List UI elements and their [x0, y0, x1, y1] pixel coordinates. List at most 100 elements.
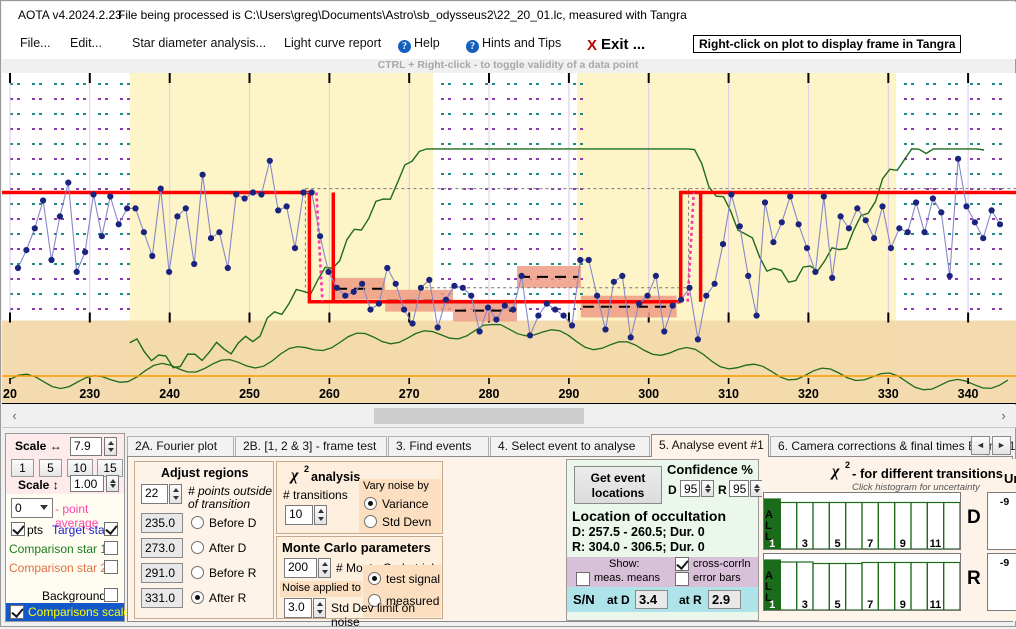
std-dev-limit-spinner[interactable] — [313, 598, 326, 618]
confidence-d-input[interactable]: 95 — [680, 480, 700, 497]
radio-after-r[interactable] — [191, 591, 204, 604]
checkbox-target-star[interactable] — [104, 522, 118, 536]
menu-help[interactable]: ? Help — [398, 36, 440, 53]
all-label-d: ALL — [765, 509, 773, 543]
transitions-label: # transitions — [283, 488, 348, 502]
radio-before-r[interactable] — [191, 566, 204, 579]
spinner-down-icon — [754, 489, 760, 493]
tab-frame-test[interactable]: 2B. [1, 2 & 3] - frame test — [235, 436, 387, 456]
plot-horizontal-scrollbar[interactable]: ‹ › — [2, 405, 1016, 428]
radio-test-signal[interactable] — [368, 572, 381, 585]
confidence-r-label: R — [718, 483, 727, 497]
checkbox-comparison-star-2[interactable] — [104, 560, 118, 574]
comparison-star-1-label: Comparison star 1 — [9, 542, 108, 556]
analyse-event-page: Adjust regions 22 # points outside of tr… — [127, 456, 1016, 629]
get-event-line1: Get event — [590, 471, 646, 485]
get-event-locations-button[interactable]: Get event locations — [574, 466, 662, 504]
monte-carlo-trials-input[interactable]: 200 — [284, 558, 317, 578]
processed-file-path: File being processed is C:\Users\greg\Do… — [118, 8, 687, 22]
occultation-title: Location of occultation — [572, 508, 726, 524]
menu-edit[interactable]: Edit... — [70, 36, 102, 50]
region-before-d-value[interactable]: 235.0 — [141, 513, 183, 533]
uncertainty-r-svg[interactable]: -9-6-30369 — [988, 554, 1016, 610]
tab-fourier-plot[interactable]: 2A. Fourier plot — [127, 436, 234, 456]
light-curve-svg[interactable]: 20 230 240 250 260 270 280 290 300 310 320 330 340 — [2, 73, 1016, 403]
monte-carlo-trials-spinner[interactable] — [318, 558, 331, 578]
menu-file[interactable]: File... — [20, 36, 51, 50]
chi2-histogram-r[interactable]: 1 3 5 7 9 11 — [763, 553, 961, 611]
menu-light-curve-report[interactable]: Light curve report — [284, 36, 381, 50]
ctrl-right-click-hint: CTRL + Right-click - to toggle validity … — [377, 59, 639, 71]
tab-analyse-event[interactable]: 5. Analyse event #1 — [651, 434, 769, 457]
menu-hints-label: Hints and Tips — [482, 36, 562, 50]
tab-camera-corrections[interactable]: 6. Camera corrections & final times Even… — [770, 436, 1015, 456]
light-curve-plot[interactable]: 20 230 240 250 260 270 280 290 300 310 320 330 340 — [2, 73, 1016, 404]
scale-v-spinner[interactable] — [106, 475, 119, 492]
checkbox-cross-corrln[interactable] — [675, 557, 689, 571]
chi2-transitions-panel: χ 2 - for different transitions Click hi… — [762, 459, 1016, 621]
point-average-select[interactable]: 0 — [11, 498, 53, 518]
radio-std-devn-label: Std Devn — [382, 515, 432, 529]
uncertainty-histogram-r[interactable]: -9-6-30369 — [987, 553, 1016, 611]
checkbox-background[interactable] — [104, 588, 118, 602]
scrollbar-thumb[interactable] — [374, 408, 584, 424]
points-outside-spinner[interactable] — [169, 484, 182, 504]
radio-variance[interactable] — [364, 497, 377, 510]
hints-icon: ? — [466, 40, 479, 53]
menu-star-diameter-analysis[interactable]: Star diameter analysis... — [132, 36, 266, 50]
scale-h-spinner[interactable] — [104, 437, 117, 456]
chi2-histogram-d[interactable]: 1 3 5 7 9 11 — [763, 492, 961, 550]
vary-noise-box: Vary noise by Variance Std Devn — [359, 479, 441, 533]
menu-exit[interactable]: X Exit ... — [587, 36, 645, 54]
confidence-r-input[interactable]: 95 — [729, 480, 749, 497]
uncertainty-range-title: Uncertainty range — [1004, 471, 1016, 486]
tab-prev-icon[interactable]: ◄ — [971, 436, 990, 455]
radio-before-d[interactable] — [191, 516, 204, 529]
radio-std-devn[interactable] — [364, 515, 377, 528]
spinner-down-icon — [318, 517, 324, 521]
tab-find-events[interactable]: 3. Find events — [388, 436, 489, 456]
checkbox-meas-means[interactable] — [576, 572, 590, 586]
confidence-title: Confidence % — [667, 462, 753, 477]
spinner-up-icon — [322, 562, 328, 566]
scroll-left-icon[interactable]: ‹ — [6, 407, 23, 425]
menu-hints-and-tips[interactable]: ? Hints and Tips — [466, 36, 561, 53]
chi2-histogram-d-svg[interactable]: 1 3 5 7 9 11 — [763, 493, 961, 550]
confidence-d-spinner[interactable] — [701, 480, 714, 497]
scale-v-input[interactable]: 1.00 — [70, 475, 104, 492]
occultation-d-line: D: 257.5 - 260.5; Dur. 0 — [572, 525, 705, 539]
scale-h-input[interactable]: 7.9 — [70, 437, 102, 456]
scale-preset-1[interactable]: 1 — [11, 459, 34, 477]
checkbox-comparison-star-1[interactable] — [104, 541, 118, 555]
title-bar: AOTA v4.2024.2.23 File being processed i… — [2, 2, 1016, 30]
transitions-spinner[interactable] — [314, 505, 327, 525]
comparisons-scaled-label: Comparisons scaled — [28, 605, 137, 619]
radio-after-d[interactable] — [191, 541, 204, 554]
uncertainty-histogram-d[interactable]: -9-6-30369 — [987, 492, 1016, 550]
svg-text:5: 5 — [834, 599, 840, 610]
svg-text:9: 9 — [900, 538, 906, 549]
checkbox-points[interactable] — [11, 522, 25, 536]
confidence-d-label: D — [668, 483, 677, 497]
spinner-up-icon — [110, 479, 116, 483]
region-after-r-value[interactable]: 331.0 — [141, 588, 183, 608]
signal-to-noise-bar: S/N at D 3.4 at R 2.9 — [567, 587, 758, 612]
uncertainty-d-svg[interactable]: -9-6-30369 — [988, 493, 1016, 549]
transitions-input[interactable]: 10 — [285, 505, 313, 525]
chi2-histogram-r-svg[interactable]: 1 3 5 7 9 11 — [763, 554, 961, 611]
tab-select-event[interactable]: 4. Select event to analyse — [490, 436, 650, 456]
comparisons-scaled-row[interactable]: Comparisons scaled — [6, 603, 137, 621]
scroll-right-icon[interactable]: › — [995, 407, 1012, 425]
scale-preset-5[interactable]: 5 — [39, 459, 62, 477]
tab-next-icon[interactable]: ► — [992, 436, 1011, 455]
scale-panel: Scale ↔ 7.9 1 5 10 15 Scale ↕ 1.00 0 - p… — [5, 433, 137, 622]
checkbox-comparisons-scaled[interactable] — [10, 605, 24, 619]
region-after-d-value[interactable]: 273.0 — [141, 538, 183, 558]
points-outside-input[interactable]: 22 — [141, 484, 168, 504]
checkbox-error-bars[interactable] — [675, 572, 689, 586]
vertical-arrow-icon: ↕ — [52, 478, 59, 492]
std-dev-limit-input[interactable]: 3.0 — [284, 598, 312, 618]
show-label: Show: — [609, 558, 640, 570]
region-before-r-value[interactable]: 291.0 — [141, 563, 183, 583]
svg-text:230: 230 — [79, 387, 100, 401]
